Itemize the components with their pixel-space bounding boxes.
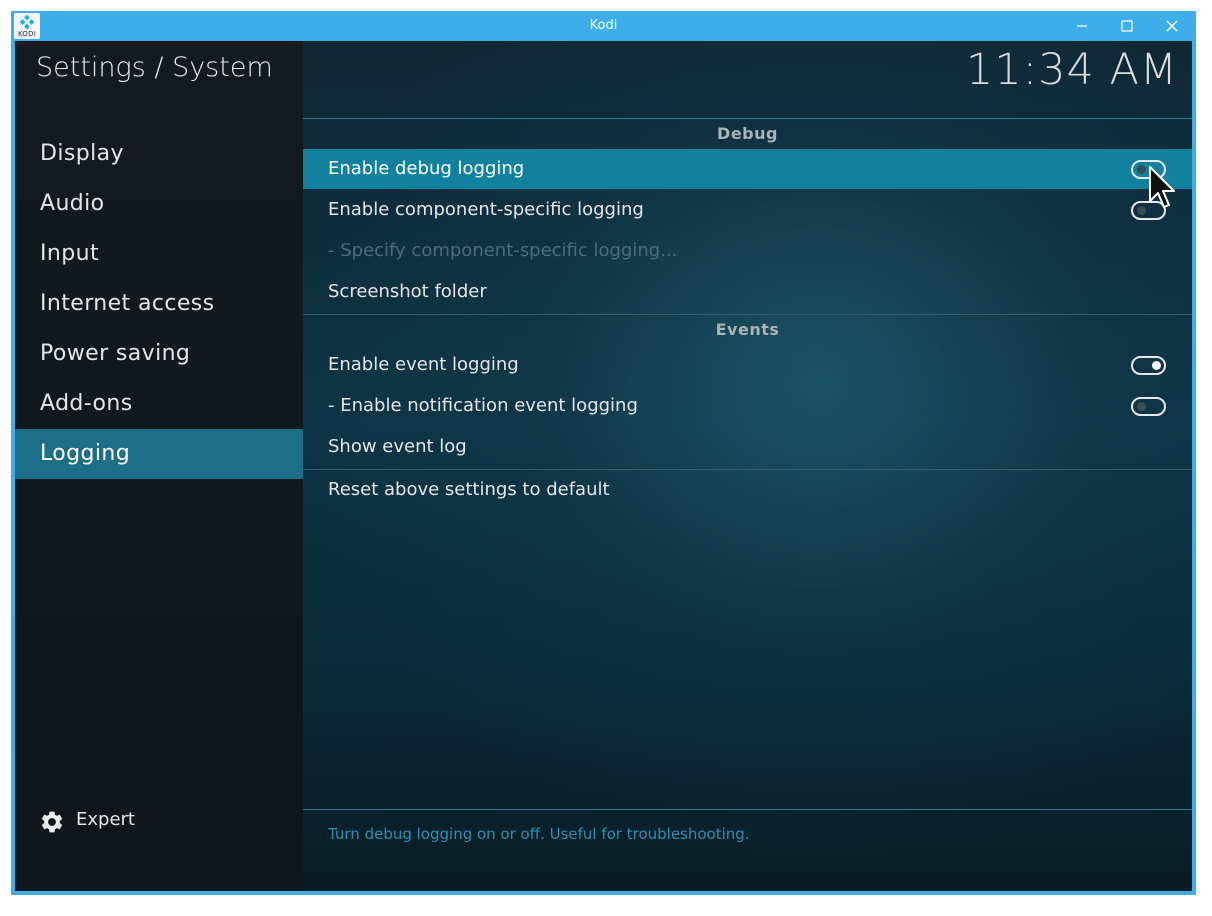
reset-settings-button[interactable]: Reset above settings to default [303,470,1192,510]
kodi-window: KODI Kodi Settings / System Display Audi… [11,11,1196,895]
close-icon [1166,20,1178,32]
section-header-events: Events [715,320,780,339]
setting-help-text: Turn debug logging on or off. Useful for… [328,825,750,843]
sidebar-item-input[interactable]: Input [15,229,303,279]
sidebar-item-logging[interactable]: Logging [15,429,303,479]
clock: 11:34 AM [965,45,1178,95]
setting-show-event-log[interactable]: Show event log [303,427,1192,467]
toggle-switch[interactable] [1131,397,1166,416]
setting-screenshot-folder[interactable]: Screenshot folder [303,272,1192,312]
setting-label: Enable component-specific logging [328,199,644,220]
maximize-button[interactable] [1105,11,1149,41]
setting-label: - Specify component-specific logging... [328,240,678,261]
setting-label: Enable debug logging [328,158,525,179]
window-title: Kodi [589,18,618,33]
settings-sidebar: Settings / System Display Audio Input In… [15,41,303,891]
setting-enable-notification-event-logging[interactable]: - Enable notification event logging [303,386,1192,426]
kodi-content: Settings / System Display Audio Input In… [15,41,1192,891]
settings-main-panel: 11:34 AM Debug Enable debug logging Enab… [303,41,1192,891]
title-bar[interactable]: KODI Kodi [11,11,1196,41]
section-header-debug: Debug [717,124,778,143]
sidebar-item-audio[interactable]: Audio [15,179,303,229]
setting-label: - Enable notification event logging [328,395,638,416]
sidebar-item-internet-access[interactable]: Internet access [15,279,303,329]
expert-label: Expert [76,809,135,830]
minimize-button[interactable] [1060,11,1104,41]
sidebar-item-power-saving[interactable]: Power saving [15,329,303,379]
page-title: Settings / System [36,52,273,83]
setting-enable-debug-logging[interactable]: Enable debug logging [303,149,1192,189]
toggle-switch[interactable] [1131,356,1166,375]
maximize-icon [1121,20,1133,32]
mouse-pointer-icon [1149,166,1175,208]
setting-specify-component-specific-logging: - Specify component-specific logging... [303,231,1192,271]
minimize-icon [1077,25,1087,27]
gear-icon [41,811,63,833]
setting-enable-component-specific-logging[interactable]: Enable component-specific logging [303,190,1192,230]
setting-label: Screenshot folder [328,281,487,302]
sidebar-item-add-ons[interactable]: Add-ons [15,379,303,429]
setting-enable-event-logging[interactable]: Enable event logging [303,345,1192,385]
sidebar-item-display[interactable]: Display [15,129,303,179]
setting-label: Reset above settings to default [328,479,610,500]
setting-label: Show event log [328,436,467,457]
footer-divider [303,809,1192,810]
setting-label: Enable event logging [328,354,519,375]
close-button[interactable] [1150,11,1194,41]
